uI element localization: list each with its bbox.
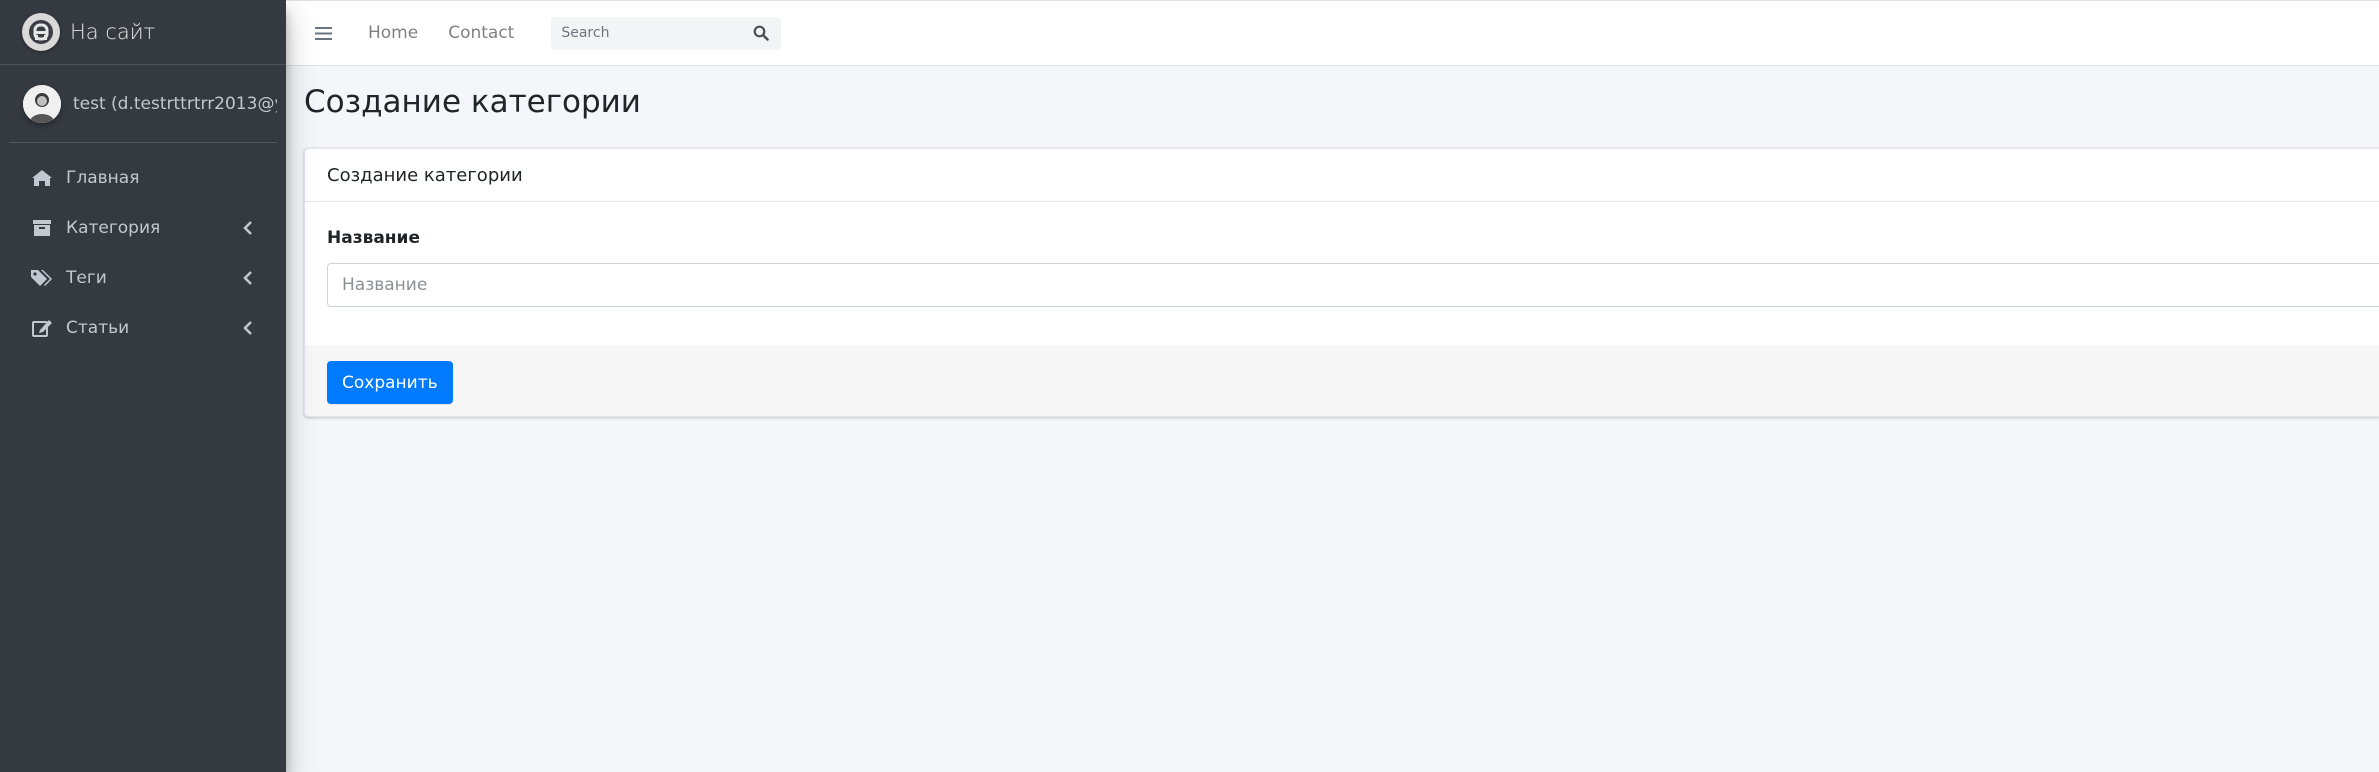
sidebar-item-label: Категория (66, 218, 161, 238)
sidebar-nav: Главная Категория Теги Статьи (0, 143, 286, 353)
chevron-left-icon (242, 271, 254, 285)
nav-link-contact[interactable]: Contact (448, 23, 514, 43)
name-input[interactable] (327, 263, 2379, 307)
user-avatar (23, 84, 61, 123)
sidebar-item-label: Главная (66, 168, 140, 188)
sidebar-item-tags[interactable]: Теги (9, 253, 277, 303)
page-title: Создание категории (304, 84, 641, 120)
category-form-card: Создание категории Название Сохранить (304, 148, 2379, 417)
tags-icon (30, 267, 54, 289)
navbar-search (551, 16, 782, 50)
sidebar-item-articles[interactable]: Статьи (9, 303, 277, 353)
card-title: Создание категории (305, 149, 2379, 202)
user-name-link[interactable]: test (d.testrttrtrr2013@yan (73, 94, 277, 114)
user-panel: test (d.testrttrtrr2013@yan (9, 65, 277, 143)
edit-icon (30, 317, 54, 339)
home-icon (30, 167, 54, 189)
sidebar-item-home[interactable]: Главная (9, 153, 277, 203)
name-label: Название (327, 228, 420, 248)
chevron-left-icon (242, 321, 254, 335)
chevron-left-icon (242, 221, 254, 235)
card-body: Название (305, 202, 2379, 346)
menu-toggle-icon[interactable] (312, 22, 334, 44)
main-sidebar: На сайт test (d.testrttrtrr2013@yan Глав… (0, 0, 286, 772)
search-icon[interactable] (741, 17, 781, 50)
search-input[interactable] (551, 16, 742, 50)
brand-link[interactable]: На сайт (0, 0, 286, 65)
top-navbar: Home Contact (286, 0, 2379, 66)
sidebar-item-category[interactable]: Категория (9, 203, 277, 253)
sidebar-item-label: Теги (66, 268, 107, 288)
sidebar-item-label: Статьи (66, 318, 130, 338)
brand-logo-icon (22, 13, 60, 51)
card-footer: Сохранить (305, 346, 2379, 416)
brand-text: На сайт (70, 20, 156, 44)
nav-link-home[interactable]: Home (368, 23, 418, 43)
save-button[interactable]: Сохранить (327, 361, 453, 404)
archive-icon (30, 217, 54, 239)
